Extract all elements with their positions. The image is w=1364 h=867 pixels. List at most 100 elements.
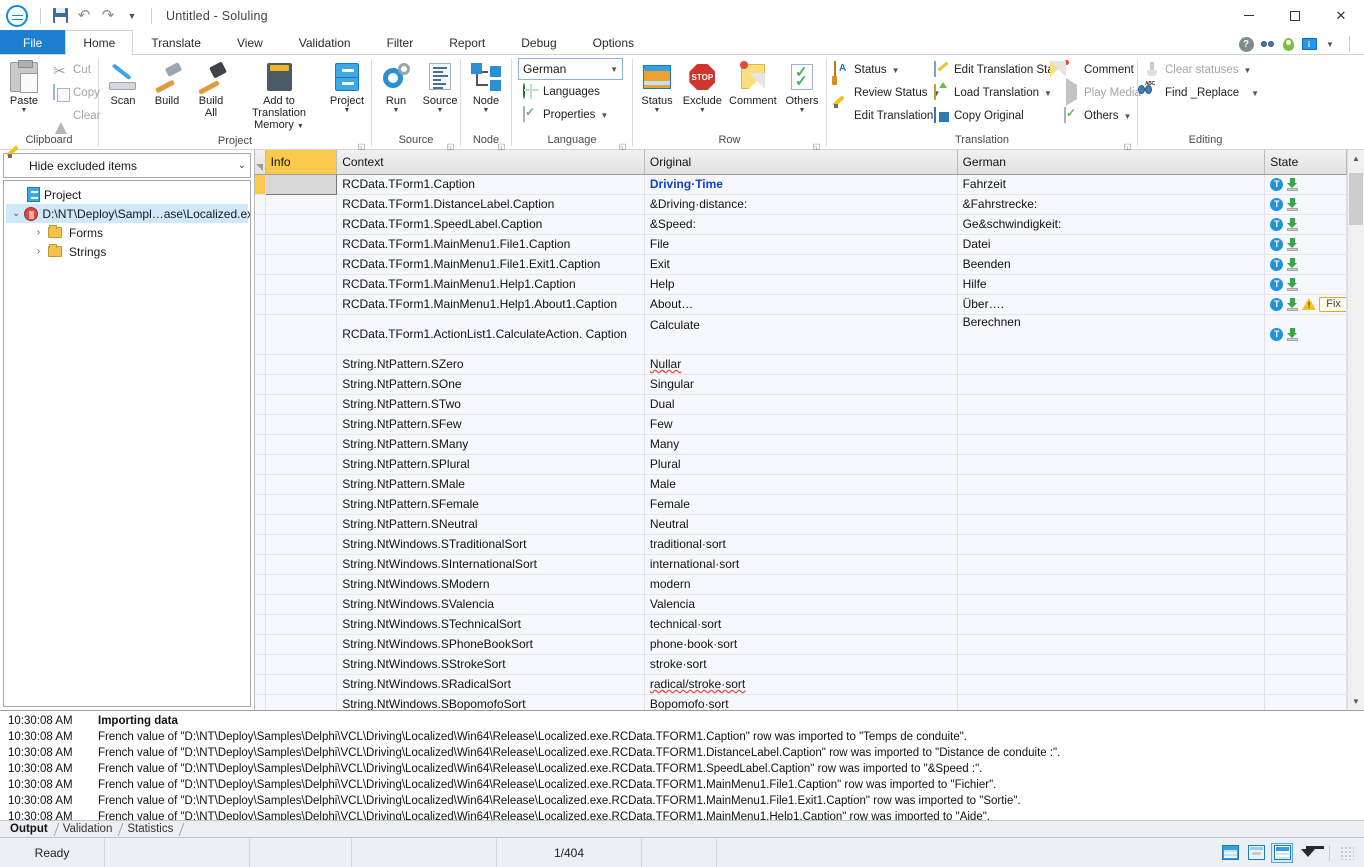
tree-item-forms[interactable]: › Forms	[6, 223, 248, 242]
cell-info[interactable]	[265, 574, 338, 595]
chevron-down-icon[interactable]: ▼	[1244, 66, 1252, 75]
chevron-down-icon[interactable]: ▼	[393, 107, 400, 114]
cell-original[interactable]: Dual	[644, 394, 958, 415]
cell-original[interactable]: &Speed:	[644, 214, 958, 235]
cell-german[interactable]	[957, 474, 1266, 495]
grid-header-original[interactable]: Original	[644, 150, 958, 175]
cell-context[interactable]: String.NtPattern.SOne	[336, 374, 645, 395]
row-selector[interactable]	[255, 574, 266, 595]
row-selector[interactable]	[255, 274, 266, 295]
cell-german[interactable]: Berechnen	[957, 314, 1266, 355]
cell-context[interactable]: String.NtPattern.SFew	[336, 414, 645, 435]
add-to-translation-memory-button[interactable]: Add to Translation Memory ▼	[233, 58, 325, 134]
cell-original[interactable]: Help	[644, 274, 958, 295]
grid-vertical-scrollbar[interactable]: ▲ ▼	[1347, 150, 1364, 710]
cell-state[interactable]	[1264, 554, 1347, 575]
location-pin-icon[interactable]	[1280, 36, 1296, 52]
list-item[interactable]: 10:30:08 AM French value of "D:\NT\Deploy…	[0, 809, 1364, 820]
cell-state[interactable]	[1264, 434, 1347, 455]
cell-original[interactable]: phone·book·sort	[644, 634, 958, 655]
row-selector[interactable]	[255, 414, 266, 435]
row-selector[interactable]	[255, 694, 266, 710]
cell-context[interactable]: String.NtPattern.SMale	[336, 474, 645, 495]
row-selector[interactable]	[255, 354, 266, 375]
cell-info[interactable]	[265, 234, 338, 255]
form-view-icon[interactable]	[1245, 843, 1267, 863]
row-selector[interactable]	[255, 294, 266, 315]
edit-translation-state-button[interactable]: Edit Translation State	[929, 59, 1063, 81]
table-row[interactable]: String.NtPattern.SZero Nullar	[255, 354, 1347, 375]
clear-button[interactable]: Clear	[48, 105, 105, 134]
table-row[interactable]: RCData.TForm1.MainMenu1.File1.Exit1.Capt…	[255, 254, 1347, 275]
cell-original[interactable]: traditional·sort	[644, 534, 958, 555]
cell-context[interactable]: String.NtWindows.SStrokeSort	[336, 654, 645, 675]
chevron-down-icon[interactable]: ▼	[654, 107, 661, 114]
monitor-info-icon[interactable]: i	[1301, 36, 1317, 52]
chevron-down-icon[interactable]: ▼	[1124, 112, 1132, 121]
cell-context[interactable]: RCData.TForm1.ActionList1.CalculateActio…	[336, 314, 645, 355]
row-selector[interactable]	[255, 534, 266, 555]
row-selector[interactable]	[255, 174, 266, 195]
table-row[interactable]: String.NtPattern.SNeutral Neutral	[255, 514, 1347, 535]
build-button[interactable]: Build	[145, 58, 189, 110]
row-selector[interactable]	[255, 614, 266, 635]
chevron-down-icon[interactable]: ▼	[21, 107, 28, 114]
table-row[interactable]: String.NtPattern.SFemale Female	[255, 494, 1347, 515]
row-selector[interactable]	[255, 434, 266, 455]
cell-state[interactable]	[1264, 374, 1347, 395]
cell-original[interactable]: international·sort	[644, 554, 958, 575]
cell-german[interactable]	[957, 674, 1266, 695]
table-row[interactable]: String.NtWindows.SValencia Valencia	[255, 594, 1347, 615]
row-selector[interactable]	[255, 194, 266, 215]
table-row[interactable]: String.NtPattern.STwo Dual	[255, 394, 1347, 415]
cell-german[interactable]	[957, 414, 1266, 435]
cell-original[interactable]: Many	[644, 434, 958, 455]
cell-context[interactable]: String.NtWindows.SValencia	[336, 594, 645, 615]
scrollbar-track[interactable]	[1348, 167, 1364, 693]
cell-state[interactable]: T Fix	[1264, 294, 1347, 315]
cell-original[interactable]: Bopomofo·sort	[644, 694, 958, 710]
cell-german[interactable]	[957, 534, 1266, 555]
cell-info[interactable]	[265, 474, 338, 495]
chevron-right-icon[interactable]: ›	[33, 227, 44, 238]
cell-info[interactable]	[265, 294, 338, 315]
cell-german[interactable]	[957, 594, 1266, 615]
resize-grip-icon[interactable]	[1340, 845, 1354, 860]
list-item[interactable]: 10:30:08 AM French value of "D:\NT\Deploy…	[0, 761, 1364, 777]
source-button[interactable]: Source ▼	[418, 58, 462, 117]
cell-info[interactable]	[265, 194, 338, 215]
cell-german[interactable]	[957, 694, 1266, 710]
cell-info[interactable]	[265, 254, 338, 275]
cell-german[interactable]	[957, 634, 1266, 655]
dialog-launcher-icon[interactable]: ◱	[812, 139, 821, 151]
cell-state[interactable]	[1264, 534, 1347, 555]
tree-item-localized-exe[interactable]: ⌄ D:\NT\Deploy\Sampl…ase\Localized.exe	[6, 204, 250, 223]
cell-original[interactable]: Calculate	[644, 314, 958, 355]
cell-german[interactable]	[957, 494, 1266, 515]
cell-original[interactable]: Male	[644, 474, 958, 495]
chevron-down-icon[interactable]: ▼	[344, 107, 351, 114]
row-selector[interactable]	[255, 634, 266, 655]
grid-header-german[interactable]: German	[957, 150, 1266, 175]
edit-translation-button[interactable]: Edit Translation	[829, 105, 933, 127]
row-selector[interactable]	[255, 374, 266, 395]
cell-german[interactable]	[957, 394, 1266, 415]
cell-state[interactable]	[1264, 674, 1347, 695]
list-item[interactable]: 10:30:08 AM French value of "D:\NT\Deploy…	[0, 745, 1364, 761]
cell-state[interactable]	[1264, 494, 1347, 515]
project-tree[interactable]: Project ⌄ D:\NT\Deploy\Sampl…ase\Localiz…	[3, 180, 251, 707]
table-row[interactable]: RCData.TForm1.DistanceLabel.Caption &Driv…	[255, 194, 1347, 215]
build-all-button[interactable]: Build All	[189, 58, 233, 122]
cell-info[interactable]	[265, 434, 338, 455]
cell-info[interactable]	[264, 173, 338, 195]
binoculars-icon[interactable]	[1259, 36, 1275, 52]
chevron-down-icon[interactable]: ▼	[610, 65, 618, 74]
output-tab-output[interactable]: Output	[4, 821, 57, 837]
app-logo-icon[interactable]	[6, 4, 28, 27]
table-row[interactable]: RCData.TForm1.ActionList1.CalculateActio…	[255, 314, 1347, 355]
cell-state[interactable]: T	[1264, 234, 1347, 255]
cell-german[interactable]: Beenden	[957, 254, 1266, 275]
output-log[interactable]: 10:30:08 AM Importing data 10:30:08 AM Fren…	[0, 711, 1364, 820]
cell-info[interactable]	[265, 634, 338, 655]
properties-button[interactable]: Properties ▼	[518, 104, 613, 126]
